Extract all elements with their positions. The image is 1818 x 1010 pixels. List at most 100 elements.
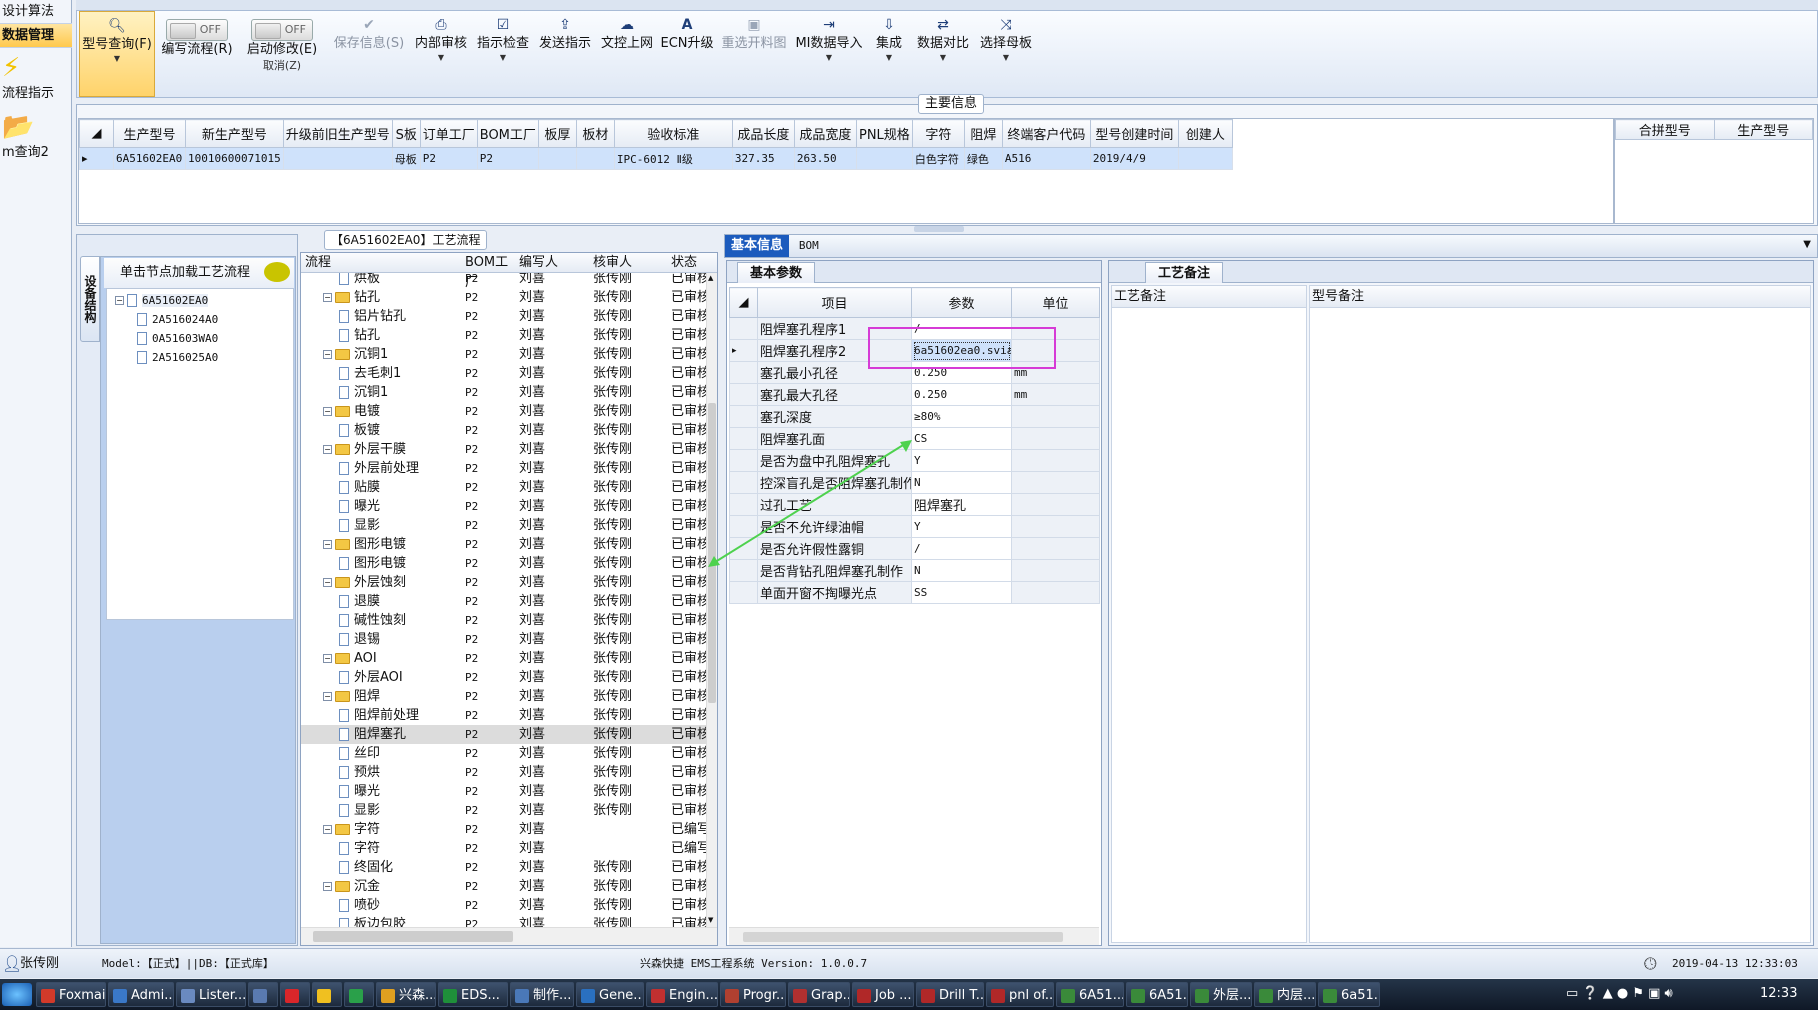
- taskbar-item[interactable]: 外层...: [1190, 982, 1252, 1007]
- tree-node[interactable]: 2A516025A0: [115, 348, 293, 367]
- param-row[interactable]: 单面开窗不掏曝光点 SS: [729, 581, 1100, 604]
- taskbar-item[interactable]: Drill T...: [916, 982, 984, 1007]
- col-header[interactable]: 成品宽度: [793, 119, 857, 148]
- col-header[interactable]: 终端客户代码: [1001, 119, 1091, 148]
- cell[interactable]: IPC-6012 Ⅱ级: [613, 147, 733, 170]
- flow-row[interactable]: 碱性蚀刻 P2 刘喜 张传刚 已审核: [301, 611, 706, 630]
- collapse-icon[interactable]: −: [323, 825, 332, 834]
- nav-item-data-management[interactable]: 数据管理: [0, 24, 72, 48]
- horizontal-scrollbar[interactable]: [301, 927, 717, 945]
- flow-row[interactable]: 外层前处理P2刘喜张传刚已审核: [301, 459, 706, 478]
- param-value[interactable]: SS: [911, 581, 1012, 604]
- flow-row[interactable]: 烘板 P2 刘喜 张传刚 已审核: [301, 273, 706, 288]
- flow-row[interactable]: 退膜 P2 刘喜 张传刚 已审核: [301, 592, 706, 611]
- collapse-icon[interactable]: −: [323, 578, 332, 587]
- flow-row[interactable]: − 阻焊 P2 刘喜 张传刚 已审核: [301, 687, 706, 706]
- col-header[interactable]: 生产型号: [1713, 119, 1813, 140]
- col-header[interactable]: 参数: [911, 287, 1012, 318]
- taskbar-item[interactable]: Job ...: [852, 982, 914, 1007]
- send-instruction-button[interactable]: ⇪ 发送指示: [535, 11, 595, 97]
- param-value[interactable]: Y: [911, 515, 1012, 538]
- start-button[interactable]: [2, 983, 32, 1006]
- cell[interactable]: 2019/4/9: [1089, 147, 1179, 170]
- collapse-icon[interactable]: −: [323, 350, 332, 359]
- taskbar-item[interactable]: EDS...: [438, 982, 508, 1007]
- collapse-icon[interactable]: −: [323, 293, 332, 302]
- param-value[interactable]: N: [911, 471, 1012, 494]
- col-header[interactable]: PNL规格: [855, 119, 913, 148]
- param-value[interactable]: Y: [911, 449, 1012, 472]
- flow-row[interactable]: 外层AOI P2 刘喜 张传刚 已审核: [301, 668, 706, 687]
- instruction-check-button[interactable]: ☑ 指示检查 ▼: [473, 11, 533, 97]
- chevron-down-icon[interactable]: ▼: [1803, 239, 1811, 250]
- flow-row[interactable]: −外层蚀刻P2刘喜张传刚已审核: [301, 573, 706, 592]
- tray-icons[interactable]: ▭ ❔ ▲ ● ⚑ ▣ 🔊︎: [1566, 986, 1673, 1001]
- nav-item-query2[interactable]: 📂 m查询2: [0, 107, 72, 166]
- col-header[interactable]: 字符: [911, 119, 965, 148]
- col-header[interactable]: 项目: [757, 287, 912, 318]
- collapse-icon[interactable]: −: [323, 540, 332, 549]
- splitter-handle[interactable]: [914, 226, 964, 232]
- col-header[interactable]: 核审人: [593, 253, 663, 273]
- flow-row[interactable]: 贴膜P2刘喜张传刚已审核: [301, 478, 706, 497]
- taskbar-item[interactable]: 6a51...: [1318, 982, 1380, 1007]
- taskbar-item[interactable]: Gene...: [576, 982, 644, 1007]
- save-info-button[interactable]: ✔ 保存信息(S): [329, 11, 409, 97]
- write-flow-toggle[interactable]: OFF 编写流程(R): [159, 11, 235, 97]
- taskbar-item[interactable]: Admi...: [108, 982, 174, 1007]
- vertical-scrollbar[interactable]: ▲ ▼: [706, 273, 717, 927]
- structure-vtab[interactable]: 设备结构: [80, 256, 100, 342]
- col-header[interactable]: 流程: [305, 253, 455, 273]
- taskbar-item[interactable]: 6A51...: [1126, 982, 1188, 1007]
- collapse-icon[interactable]: −: [115, 296, 124, 305]
- flow-row[interactable]: 图形电镀P2刘喜张传刚已审核: [301, 554, 706, 573]
- tree-node[interactable]: 2A516024A0: [115, 310, 293, 329]
- flow-row[interactable]: 丝印 P2 刘喜 张传刚 已审核: [301, 744, 706, 763]
- scroll-thumb[interactable]: [743, 932, 1063, 942]
- param-value[interactable]: ≥80%: [911, 405, 1012, 428]
- cell[interactable]: [1177, 147, 1233, 170]
- taskbar-item[interactable]: [344, 982, 374, 1007]
- flow-row[interactable]: − 钻孔 P2 刘喜 张传刚 已审核: [301, 288, 706, 307]
- cell[interactable]: [282, 147, 393, 170]
- horizontal-scrollbar[interactable]: [729, 927, 1099, 945]
- flow-row[interactable]: 终固化 P2 刘喜 张传刚 已审核: [301, 858, 706, 877]
- internal-review-button[interactable]: ⎙ 内部审核 ▼: [411, 11, 471, 97]
- model-notes-box[interactable]: 型号备注: [1309, 285, 1811, 943]
- nav-item-flow-instruction[interactable]: ⚡ 流程指示: [0, 48, 72, 107]
- col-header[interactable]: 板材: [575, 119, 615, 148]
- flow-row[interactable]: − AOI P2 刘喜 张传刚 已审核: [301, 649, 706, 668]
- toggle-off-icon[interactable]: OFF: [251, 19, 313, 41]
- cell[interactable]: 母板: [391, 147, 421, 170]
- flow-row[interactable]: 铝片钻孔 P2 刘喜 张传刚 已审核: [301, 307, 706, 326]
- col-header[interactable]: 升级前旧生产型号: [282, 119, 393, 148]
- cell[interactable]: A516: [1001, 147, 1091, 170]
- taskbar-item[interactable]: [248, 982, 278, 1007]
- param-value[interactable]: /: [911, 537, 1012, 560]
- param-value[interactable]: CS: [911, 427, 1012, 450]
- tab-bom[interactable]: BOM: [793, 235, 825, 257]
- taskbar-item[interactable]: Grap...: [788, 982, 850, 1007]
- toggle-off-icon[interactable]: OFF: [166, 19, 228, 41]
- cell[interactable]: 白色字符: [911, 147, 965, 170]
- tree-node[interactable]: 0A51603WA0: [115, 329, 293, 348]
- taskbar-item[interactable]: 兴森...: [376, 982, 436, 1007]
- flow-row[interactable]: 钻孔 P2 刘喜 张传刚 已审核: [301, 326, 706, 345]
- param-row[interactable]: 塞孔深度 ≥80%: [729, 405, 1100, 428]
- col-header[interactable]: 单位: [1011, 287, 1100, 318]
- tree-root[interactable]: −6A51602EA0: [115, 291, 293, 310]
- collapse-icon[interactable]: −: [323, 654, 332, 663]
- table-row[interactable]: ▸ 6A51602EA0 10010600071015 母板 P2 P2 IPC…: [79, 147, 1233, 170]
- cell[interactable]: [855, 147, 913, 170]
- taskbar-item[interactable]: Progr...: [720, 982, 786, 1007]
- flow-row[interactable]: 字符 P2 刘喜 已编写: [301, 839, 706, 858]
- cell[interactable]: 10010600071015: [185, 147, 284, 170]
- select-motherboard-button[interactable]: ⤨ 选择母板 ▼: [975, 11, 1037, 97]
- flow-row[interactable]: − 电镀 P2 刘喜 张传刚 已审核: [301, 402, 706, 421]
- cell[interactable]: 263.50: [793, 147, 857, 170]
- flow-row[interactable]: 显影P2刘喜张传刚已审核: [301, 516, 706, 535]
- col-header[interactable]: 编写人: [519, 253, 589, 273]
- flow-row[interactable]: − 沉金 P2 刘喜 张传刚 已审核: [301, 877, 706, 896]
- ecn-upgrade-button[interactable]: A ECN升级: [659, 11, 715, 97]
- col-header[interactable]: 板厚: [537, 119, 577, 148]
